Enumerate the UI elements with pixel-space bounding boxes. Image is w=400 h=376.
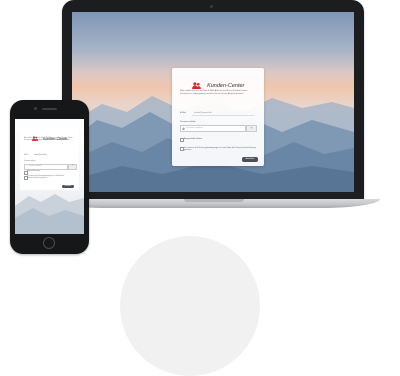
- help-button[interactable]: ?: [246, 125, 257, 132]
- phone-login-card: Kunden-Center Bitte melden Sie sich mit …: [20, 126, 79, 190]
- phone-password-placeholder: Passwort eingeben: [29, 165, 42, 167]
- email-label: E-Mail: [180, 112, 186, 114]
- password-input[interactable]: Passwort eingeben: [180, 125, 246, 132]
- background-circle: [120, 236, 260, 376]
- laptop-screen: Kunden-Center Bitte melden Sie sich mit …: [72, 12, 354, 192]
- camera-icon: [210, 5, 213, 8]
- laptop-notch: [184, 199, 244, 202]
- users-icon: [191, 82, 201, 90]
- phone-terms-text: Ich stimme den Nutzungsbedingungen zu un…: [27, 175, 64, 179]
- login-card: Kunden-Center Bitte melden Sie sich mit …: [172, 68, 264, 166]
- phone-screen: Kunden-Center Bitte melden Sie sich mit …: [15, 119, 84, 234]
- phone-password-input[interactable]: Passwort eingeben: [24, 164, 68, 170]
- home-button[interactable]: [43, 237, 55, 249]
- phone-mountain-landscape: [15, 194, 84, 234]
- laptop-base: [48, 199, 380, 208]
- phone-remember-label: Angemeldet bleiben: [27, 171, 41, 172]
- remember-label: Angemeldet bleiben: [184, 138, 203, 141]
- speaker: [42, 108, 57, 110]
- phone-submit-button[interactable]: Anmelden: [62, 185, 74, 189]
- phone-help-button[interactable]: ?: [68, 164, 77, 170]
- phone-email-value: kunde@beispiel.de: [34, 155, 47, 156]
- password-placeholder: Passwort eingeben: [186, 127, 204, 130]
- phone-email-label: E-Mail: [24, 155, 29, 156]
- lock-icon: [182, 127, 185, 130]
- laptop: Kunden-Center Bitte melden Sie sich mit …: [62, 0, 364, 200]
- password-label: Passwort wählen: [180, 121, 196, 123]
- submit-button[interactable]: Anmelden: [242, 157, 258, 162]
- smartphone: Kunden-Center Bitte melden Sie sich mit …: [10, 100, 89, 254]
- email-underline: [192, 112, 254, 116]
- front-camera-icon: [34, 107, 37, 110]
- phone-intro-text: Bitte melden Sie sich mit Ihrer E-Mail-A…: [24, 138, 73, 141]
- phone-password-label: Passwort wählen: [24, 161, 36, 162]
- intro-text: Bitte melden Sie sich mit Ihrer E-Mail-A…: [180, 90, 248, 95]
- terms-text: Ich stimme den Nutzungsbedingungen zu un…: [184, 146, 256, 152]
- brand-title: Kunden-Center: [207, 82, 245, 89]
